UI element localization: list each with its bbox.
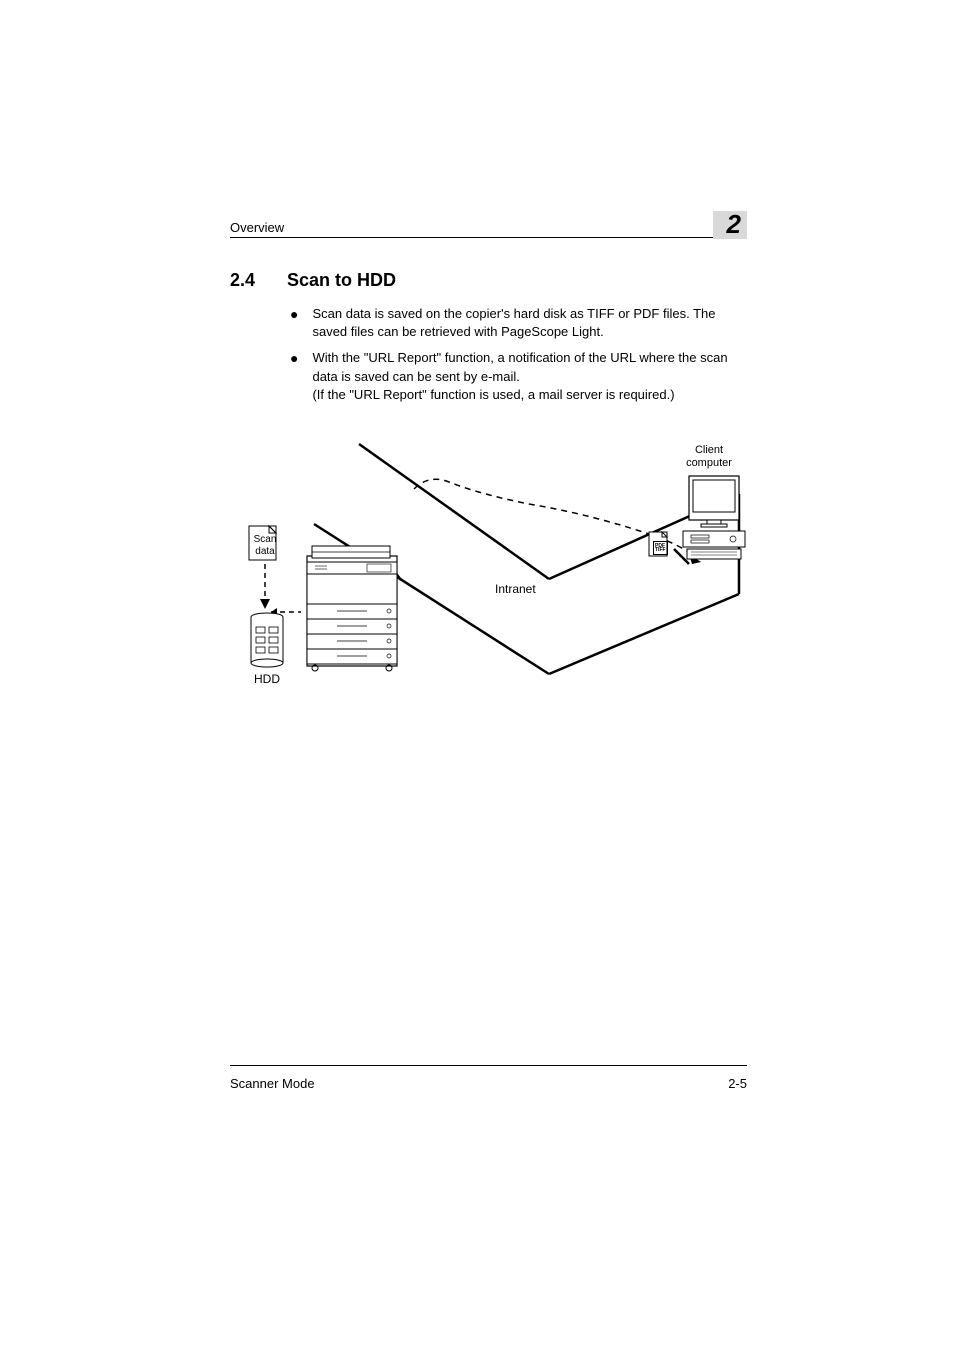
section-heading: 2.4 Scan to HDD [230, 270, 747, 291]
bullet-icon: ● [290, 349, 298, 404]
file-format-label: PDF TIFF [653, 541, 668, 555]
footer-left: Scanner Mode [230, 1076, 315, 1091]
network-diagram: Client computer Scan data Intranet HDD P… [235, 434, 747, 724]
bullet-text: With the "URL Report" function, a notifi… [312, 349, 747, 404]
bullet-item: ● Scan data is saved on the copier's har… [290, 305, 747, 341]
bullet-text: Scan data is saved on the copier's hard … [312, 305, 747, 341]
header-label: Overview [230, 220, 284, 235]
scan-data-label: Scan data [251, 534, 279, 558]
bullet-icon: ● [290, 305, 298, 341]
section-title: Scan to HDD [287, 270, 396, 291]
bullet-item: ● With the "URL Report" function, a noti… [290, 349, 747, 404]
diagram-svg [229, 434, 749, 704]
hdd-label: HDD [254, 672, 280, 686]
chapter-number: 2 [713, 211, 747, 239]
section-number: 2.4 [230, 270, 255, 291]
footer-right: 2-5 [728, 1076, 747, 1091]
page-footer: Scanner Mode 2-5 [230, 1065, 747, 1091]
page-header: Overview 2 [230, 207, 747, 238]
intranet-label: Intranet [495, 582, 536, 596]
bullet-list: ● Scan data is saved on the copier's har… [290, 305, 747, 404]
client-computer-label: Client computer [681, 444, 737, 470]
